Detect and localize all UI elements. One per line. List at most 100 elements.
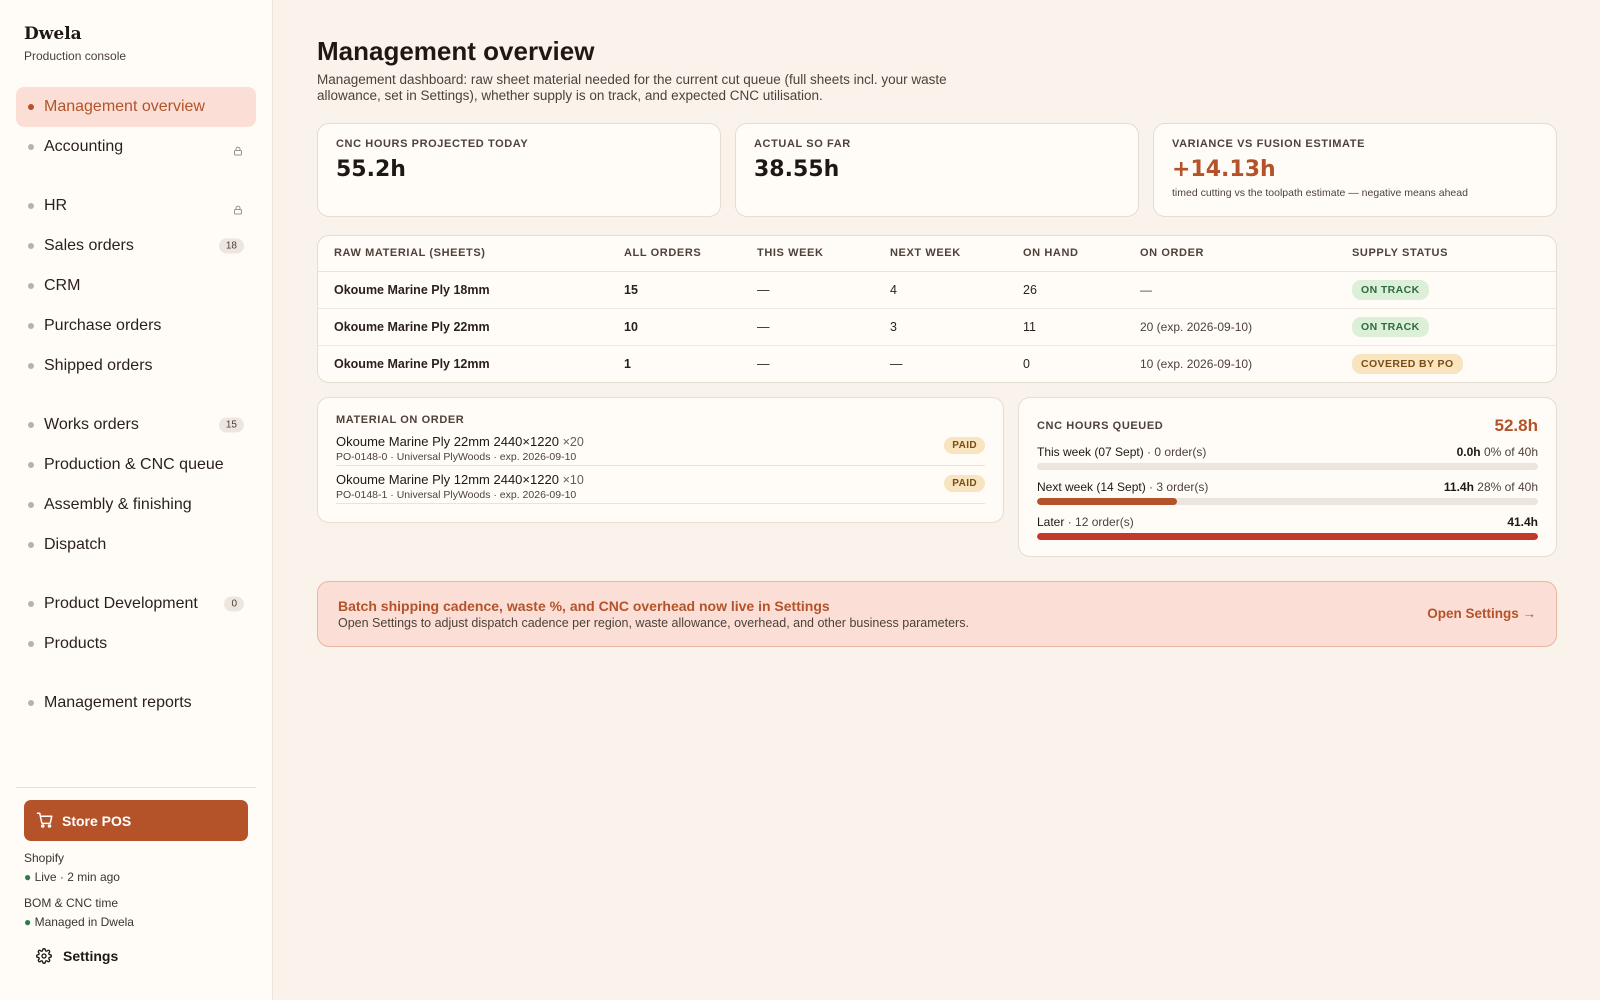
sidebar-item-label: Purchase orders bbox=[44, 317, 162, 334]
order-item-title: Okoume Marine Ply 22mm 2440×1220 ×20 bbox=[336, 434, 985, 449]
on-order-cell: 10 (exp. 2026-09-10) bbox=[1140, 356, 1253, 371]
on-hand-cell: 11 bbox=[1007, 308, 1124, 346]
sidebar-item-sales-orders[interactable]: Sales orders 18 bbox=[16, 226, 256, 266]
on-hand-cell: 26 bbox=[1007, 271, 1124, 309]
capacity-bar-fill bbox=[1037, 533, 1538, 540]
cnc-order-count: · 0 order(s) bbox=[1143, 445, 1207, 459]
cnc-period-label: This week (07 Sept) bbox=[1037, 445, 1144, 459]
paid-badge: PAID bbox=[944, 437, 985, 454]
sidebar-item-crm[interactable]: CRM bbox=[16, 266, 256, 306]
sidebar-item-works-orders[interactable]: Works orders 15 bbox=[16, 405, 256, 445]
this-week-cell: — bbox=[757, 356, 770, 371]
bullet-icon bbox=[28, 422, 34, 428]
sidebar-item-accounting[interactable]: Accounting bbox=[16, 127, 256, 167]
raw-material-table: RAW MATERIAL (SHEETS) ALL ORDERS THIS WEEK… bbox=[317, 235, 1557, 383]
stat-actual-so-far: ACTUAL SO FAR 38.55h bbox=[735, 123, 1139, 217]
this-week-cell: — bbox=[741, 308, 874, 346]
table-row: Okoume Marine Ply 22mm 10—3 11 20 (exp. 202… bbox=[318, 308, 1556, 346]
cnc-period-label: Next week (14 Sept) bbox=[1037, 480, 1146, 494]
sidebar: Dwela Production console Management over… bbox=[0, 0, 273, 1000]
sidebar-item-label: Works orders bbox=[44, 416, 139, 433]
sidebar-item-production-and-cnc-queue[interactable]: Production & CNC queue bbox=[16, 445, 256, 485]
brand-subtitle: Production console bbox=[24, 49, 127, 63]
nav-group-gap bbox=[16, 386, 256, 405]
cnc-order-count: · 3 order(s) bbox=[1145, 480, 1209, 494]
supply-status-cell: ON TRACK bbox=[1336, 308, 1556, 346]
cnc-capacity-pct: 28% of 40h bbox=[1473, 480, 1538, 494]
bullet-icon bbox=[28, 601, 34, 607]
sidebar-item-management-overview[interactable]: Management overview bbox=[16, 87, 256, 127]
cnc-period: Next week (14 Sept) · 3 order(s) bbox=[1037, 480, 1208, 494]
open-settings-link[interactable]: Open Settings → bbox=[1427, 606, 1536, 621]
cnc-hours: 41.4h bbox=[1507, 515, 1538, 529]
paid-badge: PAID bbox=[944, 475, 985, 492]
next-week-cell: 3 bbox=[874, 308, 1007, 346]
stat-note: timed cutting vs the toolpath estimate —… bbox=[1172, 187, 1468, 199]
sidebar-item-assembly-and-finishing[interactable]: Assembly & finishing bbox=[16, 485, 256, 525]
cnc-total: 52.8h bbox=[1494, 416, 1538, 435]
cnc-queue-row: This week (07 Sept) · 0 order(s) 0.0h 0% … bbox=[1037, 445, 1538, 470]
on-order-cell: — bbox=[1124, 271, 1336, 309]
sidebar-item-dispatch[interactable]: Dispatch bbox=[16, 525, 256, 565]
sidebar-item-purchase-orders[interactable]: Purchase orders bbox=[16, 306, 256, 346]
bullet-icon bbox=[28, 363, 34, 369]
stat-value: +14.13h bbox=[1172, 157, 1276, 182]
sidebar-item-products[interactable]: Products bbox=[16, 624, 256, 664]
table-row: Okoume Marine Ply 12mm 1 — — 0 10 (exp. 2026-… bbox=[318, 345, 1556, 382]
this-week-cell: — bbox=[741, 271, 874, 309]
order-item-qty: ×20 bbox=[562, 435, 584, 449]
cart-icon bbox=[36, 812, 53, 828]
order-item-title: Okoume Marine Ply 12mm 2440×1220 ×10 bbox=[336, 472, 985, 487]
supply-status-cell: COVERED BY PO bbox=[1336, 345, 1556, 382]
sidebar-item-label: Accounting bbox=[44, 138, 124, 155]
page-title: Management overview bbox=[317, 36, 595, 66]
nav-group-gap bbox=[16, 167, 256, 186]
card-label: MATERIAL ON ORDER bbox=[336, 414, 465, 426]
all-orders-cell: 15 bbox=[608, 271, 741, 309]
sidebar-item-management-reports[interactable]: Management reports bbox=[16, 683, 256, 723]
bullet-icon bbox=[28, 462, 34, 468]
sidebar-nav: Management overview Accounting HR Sales ord… bbox=[16, 87, 256, 723]
cnc-capacity-pct: 0% of 40h bbox=[1480, 445, 1538, 459]
column-header: NEXT WEEK bbox=[874, 236, 1007, 272]
bullet-icon bbox=[28, 323, 34, 329]
material-on-order-card: MATERIAL ON ORDER Okoume Marine Ply 22mm… bbox=[317, 397, 1004, 523]
bullet-icon bbox=[28, 243, 34, 249]
cnc-queue-line: Next week (14 Sept) · 3 order(s) 11.4h 28… bbox=[1037, 480, 1538, 494]
store-pos-button[interactable]: Store POS bbox=[24, 800, 248, 841]
sidebar-item-label: Management reports bbox=[44, 694, 192, 711]
sidebar-item-shipped-orders[interactable]: Shipped orders bbox=[16, 346, 256, 386]
lock-icon bbox=[234, 143, 242, 156]
settings-link[interactable]: Settings bbox=[36, 948, 118, 964]
capacity-bar bbox=[1037, 463, 1538, 470]
gear-icon bbox=[36, 948, 52, 964]
all-orders-cell: 1 bbox=[624, 356, 631, 371]
all-orders-cell: 10 bbox=[608, 308, 741, 346]
stat-value: 55.2h bbox=[336, 157, 406, 182]
integration-bom: BOM & CNC time ● Managed in Dwela bbox=[24, 896, 134, 929]
material-cell: Okoume Marine Ply 12mm bbox=[334, 356, 490, 371]
cnc-hours-queued-card: CNC HOURS QUEUED 52.8h This week (07 Sep… bbox=[1018, 397, 1557, 557]
nav-group-gap bbox=[16, 664, 256, 683]
table-row: Okoume Marine Ply 18mm 15—4 26— ON TRACK bbox=[318, 271, 1556, 309]
cnc-hours-value: 0.0h bbox=[1456, 445, 1481, 459]
list-item: Okoume Marine Ply 12mm 2440×1220 ×10 PO-0… bbox=[336, 466, 985, 504]
bullet-icon bbox=[28, 502, 34, 508]
sidebar-item-label: Product Development bbox=[44, 595, 198, 612]
column-header: ON HAND bbox=[1007, 236, 1124, 272]
bullet-icon bbox=[28, 203, 34, 209]
card-label: CNC HOURS QUEUED bbox=[1037, 420, 1164, 432]
sidebar-item-label: Assembly & finishing bbox=[44, 496, 192, 513]
cnc-hours: 0.0h 0% of 40h bbox=[1457, 445, 1538, 459]
order-item-detail: PO-0148-0 · Universal PlyWoods · exp. 20… bbox=[336, 451, 577, 463]
material-cell: Okoume Marine Ply 22mm bbox=[318, 308, 608, 346]
sidebar-item-label: Shipped orders bbox=[44, 357, 153, 374]
sidebar-item-product-development[interactable]: Product Development 0 bbox=[16, 584, 256, 624]
table-header-row: RAW MATERIAL (SHEETS) ALL ORDERS THIS WEEK… bbox=[318, 236, 1556, 272]
next-week-cell: — bbox=[890, 356, 903, 371]
brand: Dwela Production console bbox=[24, 24, 126, 63]
sidebar-item-hr[interactable]: HR bbox=[16, 186, 256, 226]
capacity-bar bbox=[1037, 533, 1538, 540]
order-item-name: Okoume Marine Ply 12mm 2440×1220 bbox=[336, 472, 559, 487]
order-item-detail: PO-0148-1 · Universal PlyWoods · exp. 20… bbox=[336, 489, 577, 501]
